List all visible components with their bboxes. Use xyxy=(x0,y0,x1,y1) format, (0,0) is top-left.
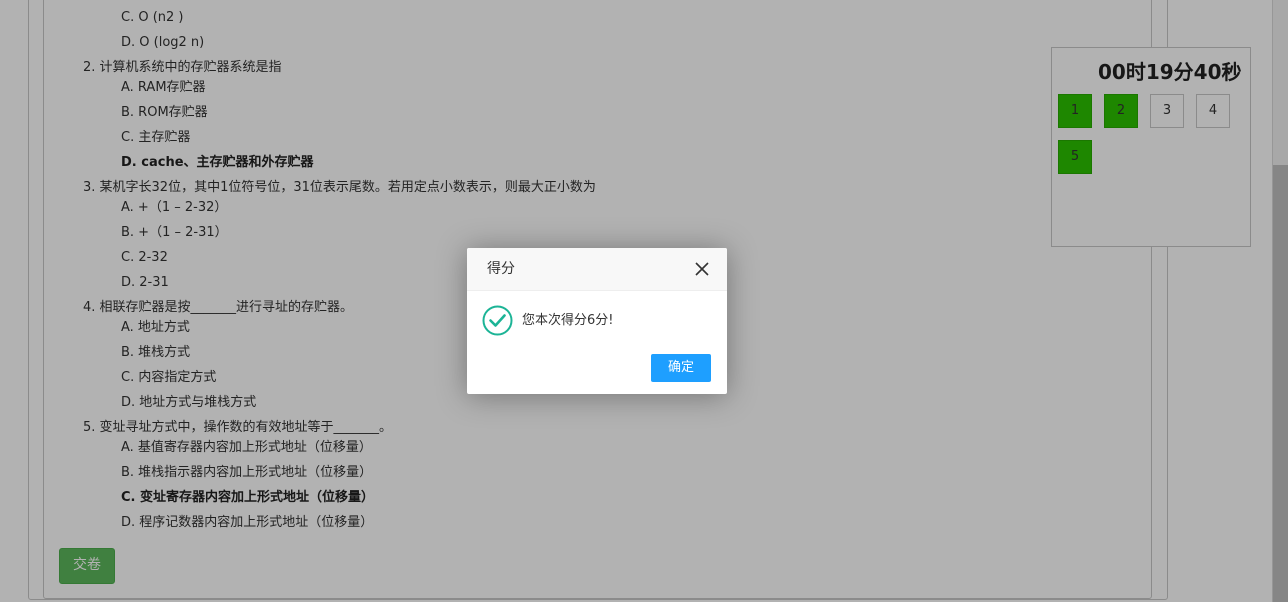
dialog-title: 得分 xyxy=(487,261,515,277)
confirm-button[interactable]: 确定 xyxy=(651,354,711,382)
score-message: 您本次得分6分! xyxy=(522,313,614,328)
dialog-header: 得分 xyxy=(467,248,727,291)
score-dialog: 得分 您本次得分6分! 确定 xyxy=(467,248,727,394)
check-circle-icon xyxy=(482,305,513,336)
close-icon[interactable] xyxy=(695,262,709,276)
